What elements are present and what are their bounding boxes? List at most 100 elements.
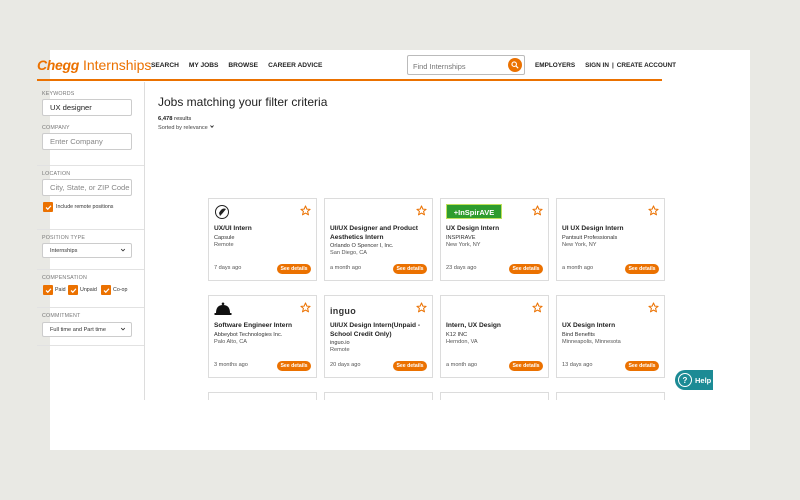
- company-name: inguo.io: [330, 340, 350, 346]
- position-type-select[interactable]: Internships: [42, 243, 132, 258]
- job-title[interactable]: UI/UX Designer and Product Aesthetics In…: [330, 225, 426, 242]
- job-card[interactable]: inguo UI/UX Design Intern(Unpaid - Schoo…: [324, 295, 433, 378]
- compensation-section: COMPENSATION Paid Unpaid Co-op: [37, 270, 144, 308]
- company-input[interactable]: [42, 133, 132, 150]
- see-details-button[interactable]: See details: [509, 361, 543, 371]
- save-star-icon[interactable]: [648, 302, 659, 313]
- posted-date: a month ago: [562, 265, 594, 271]
- save-star-icon[interactable]: [532, 302, 543, 313]
- job-location: Herndon, VA: [446, 339, 478, 345]
- company-name: Pantsuit Professionals: [562, 235, 618, 241]
- see-details-button[interactable]: See details: [625, 264, 659, 274]
- paid-label: Paid: [55, 287, 66, 293]
- chevron-down-icon: [120, 248, 126, 252]
- save-star-icon[interactable]: [532, 205, 543, 216]
- job-title[interactable]: UX Design Intern: [562, 322, 658, 331]
- job-card[interactable]: UI UX Design Intern Pantsuit Professiona…: [556, 198, 665, 281]
- job-location: San Diego, CA: [330, 250, 368, 256]
- bell-logo-icon: [214, 302, 232, 315]
- company-name: Bind Benefits: [562, 332, 595, 338]
- job-title[interactable]: Intern, UX Design: [446, 322, 542, 331]
- keywords-label: KEYWORDS: [42, 91, 75, 97]
- inspirave-logo: +InSpirAVE: [446, 204, 502, 219]
- nav-search[interactable]: SEARCH: [151, 62, 179, 69]
- location-input[interactable]: [42, 179, 132, 196]
- location-label: LOCATION: [42, 171, 71, 177]
- job-title[interactable]: UI/UX Design Intern(Unpaid - School Cred…: [330, 322, 426, 339]
- job-title[interactable]: UX/UI Intern: [214, 225, 310, 234]
- job-card[interactable]: +InSpirAVE UX Design Intern INSPIRAVE Ne…: [440, 198, 549, 281]
- job-card-partial[interactable]: [440, 392, 549, 400]
- company-name: Orlando O Spencer I, Inc.: [330, 243, 394, 249]
- location-section: LOCATION Include remote positions: [37, 166, 144, 230]
- company-logo: +InSpirAVE: [446, 204, 502, 220]
- check-icon: [103, 287, 109, 293]
- company-name: K12 INC: [446, 332, 468, 338]
- company-logo: [214, 301, 232, 317]
- company-logo: [214, 204, 230, 220]
- see-details-button[interactable]: See details: [277, 361, 311, 371]
- commitment-select[interactable]: Full time and Part time: [42, 322, 132, 337]
- nav-career-advice[interactable]: CAREER ADVICE: [268, 62, 322, 69]
- company-name: Capsule: [214, 235, 235, 241]
- job-card[interactable]: Intern, UX Design K12 INC Herndon, VA a …: [440, 295, 549, 378]
- sort-dropdown[interactable]: Sorted by relevance: [158, 124, 215, 131]
- inguo-logo: inguo: [330, 306, 356, 316]
- save-star-icon[interactable]: [648, 205, 659, 216]
- job-card-partial[interactable]: [324, 392, 433, 400]
- nav-browse[interactable]: BROWSE: [228, 62, 258, 69]
- main-nav: SEARCH MY JOBS BROWSE CAREER ADVICE: [151, 62, 332, 69]
- job-card-partial[interactable]: [208, 392, 317, 400]
- search-button[interactable]: [508, 58, 522, 72]
- compensation-label: COMPENSATION: [42, 275, 87, 281]
- job-title[interactable]: UI UX Design Intern: [562, 225, 658, 234]
- save-star-icon[interactable]: [416, 205, 427, 216]
- search-input[interactable]: [408, 57, 506, 76]
- job-card-partial[interactable]: [556, 392, 665, 400]
- job-title[interactable]: UX Design Intern: [446, 225, 542, 234]
- search-icon: [511, 61, 519, 69]
- paid-checkbox[interactable]: [43, 285, 53, 295]
- page-title: Jobs matching your filter criteria: [158, 95, 328, 109]
- job-location: Remote: [214, 242, 234, 248]
- result-count: 6,478 results: [158, 116, 191, 122]
- see-details-button[interactable]: See details: [277, 264, 311, 274]
- job-card[interactable]: Software Engineer Intern Abbeybot Techno…: [208, 295, 317, 378]
- chegg-internships-logo[interactable]: Chegg Internships: [37, 57, 151, 73]
- keywords-company-section: KEYWORDS COMPANY: [37, 82, 144, 166]
- job-card[interactable]: UI/UX Designer and Product Aesthetics In…: [324, 198, 433, 281]
- company-name: INSPIRAVE: [446, 235, 476, 241]
- result-count-suffix: results: [174, 116, 192, 122]
- unpaid-checkbox[interactable]: [68, 285, 78, 295]
- header-search: [407, 55, 525, 76]
- see-details-button[interactable]: See details: [393, 361, 427, 371]
- save-star-icon[interactable]: [300, 302, 311, 313]
- posted-date: a month ago: [330, 265, 362, 271]
- capsule-logo-icon: [215, 205, 229, 219]
- create-account-link[interactable]: CREATE ACCOUNT: [617, 62, 676, 69]
- posted-date: 20 days ago: [330, 362, 361, 368]
- nav-my-jobs[interactable]: MY JOBS: [189, 62, 219, 69]
- sort-label: Sorted by relevance: [158, 125, 208, 131]
- employers-link[interactable]: EMPLOYERS: [535, 62, 575, 69]
- save-star-icon[interactable]: [416, 302, 427, 313]
- job-card[interactable]: UX Design Intern Bind Benefits Minneapol…: [556, 295, 665, 378]
- job-location: New York, NY: [446, 242, 481, 248]
- posted-date: 3 months ago: [214, 362, 248, 368]
- see-details-button[interactable]: See details: [509, 264, 543, 274]
- posted-date: 23 days ago: [446, 265, 477, 271]
- remote-checkbox[interactable]: [43, 202, 53, 212]
- header-divider: [37, 79, 662, 81]
- chevron-down-icon: [120, 327, 126, 331]
- sign-in-link[interactable]: SIGN IN: [585, 62, 609, 69]
- save-star-icon[interactable]: [300, 205, 311, 216]
- position-type-section: POSITION TYPE Internships: [37, 230, 144, 270]
- help-button[interactable]: ? Help: [675, 370, 713, 390]
- see-details-button[interactable]: See details: [625, 361, 659, 371]
- coop-checkbox[interactable]: [101, 285, 111, 295]
- job-card[interactable]: UX/UI Intern Capsule Remote 7 days ago S…: [208, 198, 317, 281]
- job-title[interactable]: Software Engineer Intern: [214, 322, 310, 331]
- see-details-button[interactable]: See details: [393, 264, 427, 274]
- keywords-input[interactable]: [42, 99, 132, 116]
- help-label: Help: [695, 375, 712, 385]
